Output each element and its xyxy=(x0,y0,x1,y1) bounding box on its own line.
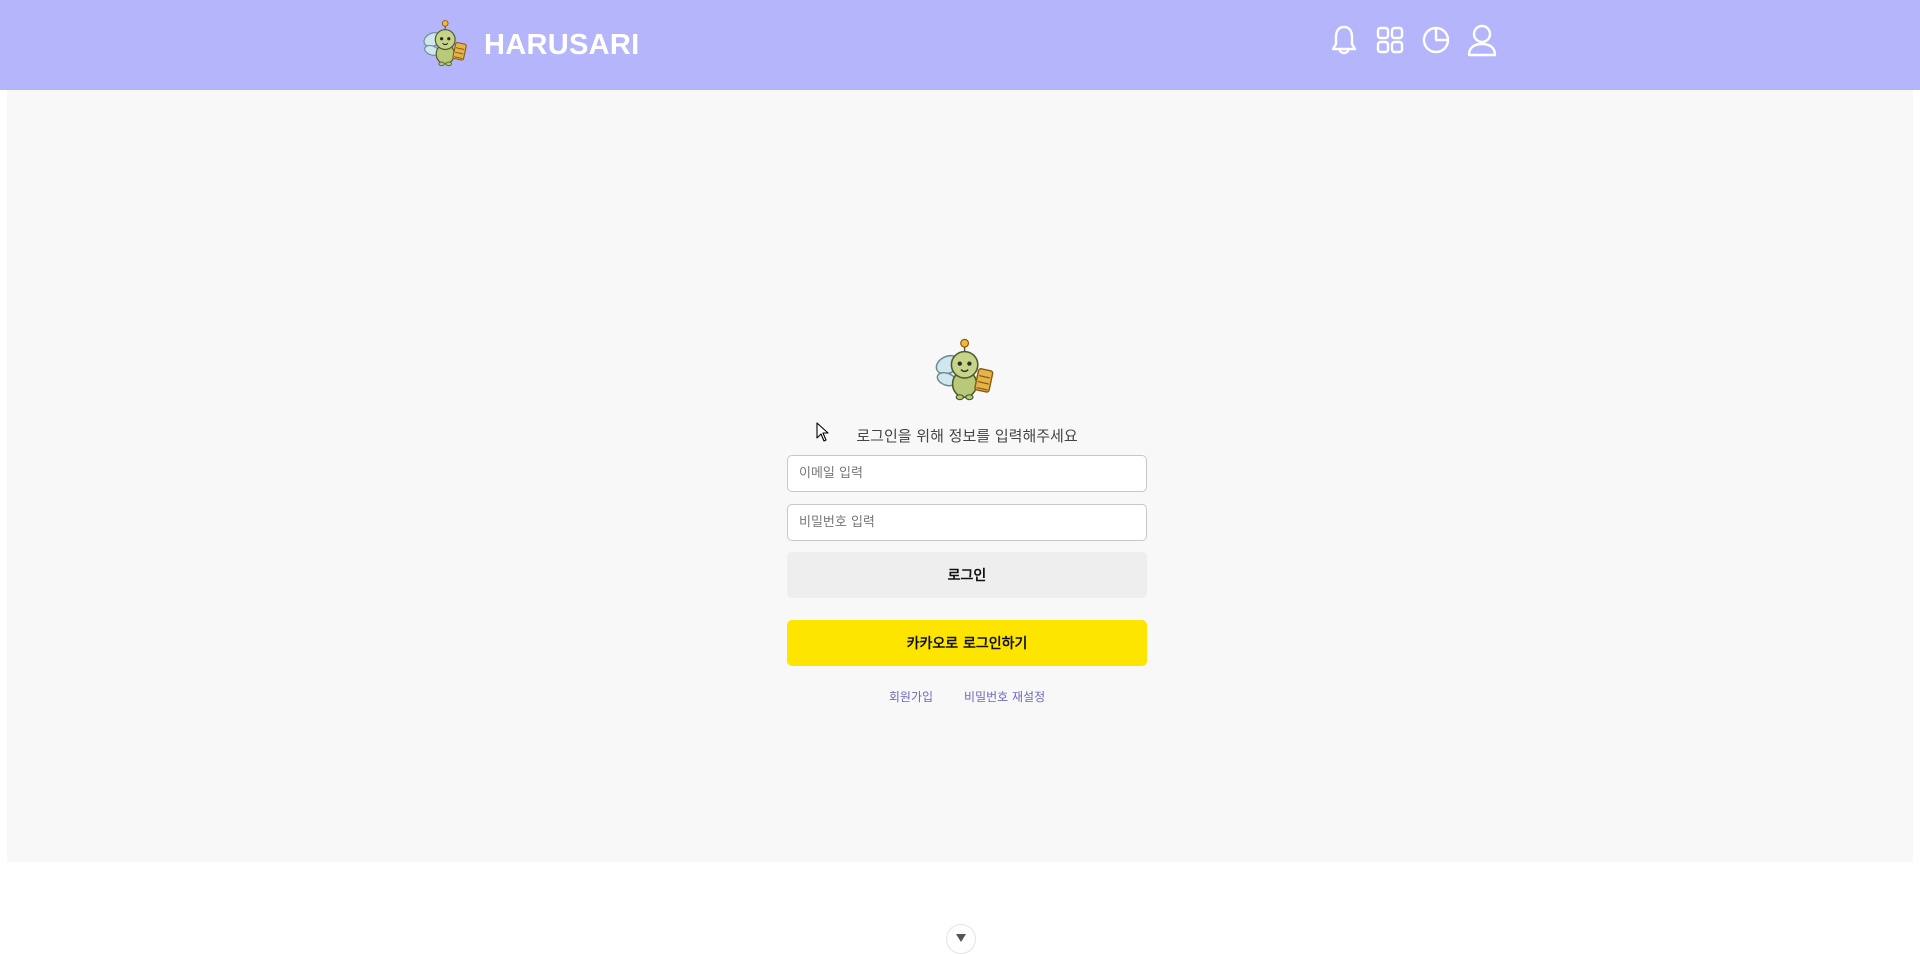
auth-links: 회원가입 비밀번호 재설정 xyxy=(787,688,1147,705)
bee-mascot-icon xyxy=(935,338,994,401)
main-content-area: 로그인을 위해 정보를 입력해주세요 로그인 카카오로 로그인하기 회원가입 비… xyxy=(7,90,1913,862)
login-prompt: 로그인을 위해 정보를 입력해주세요 xyxy=(856,427,1078,445)
user-icon[interactable] xyxy=(1466,24,1498,57)
scroll-down-button[interactable] xyxy=(946,924,976,954)
reset-password-link[interactable]: 비밀번호 재설정 xyxy=(964,688,1045,705)
top-header: HARUSARI xyxy=(0,0,1920,90)
brand-name: HARUSARI xyxy=(484,28,640,61)
header-icon-group xyxy=(1328,24,1498,57)
password-input[interactable] xyxy=(787,504,1147,541)
chevron-down-icon xyxy=(956,934,966,942)
kakao-login-button[interactable]: 카카오로 로그인하기 xyxy=(787,620,1147,666)
signup-link[interactable]: 회원가입 xyxy=(889,688,933,705)
bell-icon[interactable] xyxy=(1328,24,1360,56)
grid-icon[interactable] xyxy=(1374,24,1406,56)
pie-chart-icon[interactable] xyxy=(1420,24,1452,56)
login-form: 로그인을 위해 정보를 입력해주세요 로그인 카카오로 로그인하기 회원가입 비… xyxy=(787,336,1147,705)
email-input[interactable] xyxy=(787,455,1147,492)
brand-home-link[interactable]: HARUSARI xyxy=(420,18,639,72)
bee-mascot-icon xyxy=(423,20,467,67)
login-button[interactable]: 로그인 xyxy=(787,552,1147,598)
